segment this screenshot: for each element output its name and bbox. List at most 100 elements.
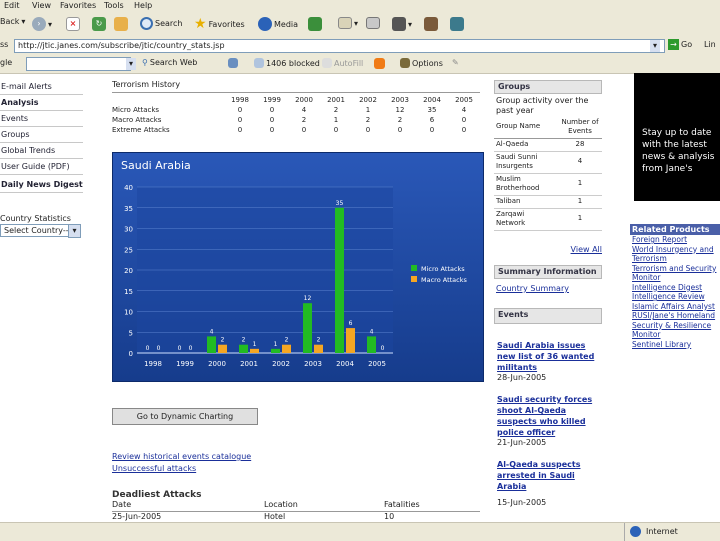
- history-button[interactable]: [308, 17, 322, 31]
- legend-label: Micro Attacks: [421, 265, 465, 273]
- back-button[interactable]: Back ▾: [0, 17, 25, 26]
- x-tick-label: 2002: [272, 360, 290, 368]
- related-link[interactable]: World Insurgency and Terrorism: [632, 245, 720, 264]
- group-name[interactable]: Al-Qaeda: [496, 140, 528, 148]
- go-button[interactable]: → Go: [668, 39, 692, 50]
- menu-edit[interactable]: Edit: [4, 1, 20, 10]
- legend-swatch: [411, 276, 417, 282]
- review-events-link[interactable]: Review historical events catalogue: [112, 452, 251, 461]
- site-search-button[interactable]: [228, 58, 238, 68]
- dynamic-charting-button[interactable]: Go to Dynamic Charting: [112, 408, 258, 425]
- sidebar-item-groups[interactable]: Groups: [0, 128, 83, 143]
- cell: 2: [397, 116, 403, 124]
- groups-panel: Groups Group activity over the past year…: [494, 80, 602, 254]
- group-name[interactable]: Zarqawi Network: [496, 210, 554, 228]
- event-headline[interactable]: Saudi Arabia issues new list of 36 wante…: [497, 340, 602, 373]
- address-bar: ss http://jtic.janes.com/subscribe/jtic/…: [0, 37, 720, 56]
- options-button[interactable]: Options: [400, 58, 443, 68]
- country-summary-link[interactable]: Country Summary: [494, 284, 602, 293]
- related-link[interactable]: Intelligence Review: [632, 292, 720, 302]
- blogger-icon: [374, 58, 385, 69]
- cell: 0: [429, 126, 435, 134]
- search-button[interactable]: Search: [140, 17, 182, 30]
- group-name[interactable]: Saudi Sunni Insurgents: [496, 153, 554, 171]
- chevron-down-icon[interactable]: ▾: [354, 19, 358, 28]
- data-label: 0: [381, 345, 385, 352]
- menu-tools[interactable]: Tools: [104, 1, 124, 10]
- x-tick-label: 1998: [144, 360, 162, 368]
- sidebar-item-global-trends[interactable]: Global Trends: [0, 144, 83, 159]
- sidebar-item-user-guide[interactable]: User Guide (PDF): [0, 160, 83, 175]
- col-number-events: Number of Events: [561, 118, 599, 135]
- refresh-button[interactable]: ↻: [92, 17, 106, 31]
- search-web-button[interactable]: ⚲ Search Web: [142, 58, 197, 67]
- chevron-down-icon[interactable]: ▾: [408, 20, 412, 29]
- chevron-down-icon[interactable]: ▾: [650, 40, 660, 52]
- mail-button[interactable]: ▾: [338, 17, 358, 29]
- discuss-icon: [424, 17, 438, 31]
- country-select[interactable]: Select Country--: [0, 224, 71, 237]
- stop-button[interactable]: ×: [66, 17, 80, 31]
- chevron-down-icon[interactable]: ▾: [126, 58, 136, 70]
- discuss-button[interactable]: [424, 17, 438, 31]
- unsuccessful-attacks-link[interactable]: Unsuccessful attacks: [112, 464, 196, 473]
- groups-intro: Group activity over the past year: [496, 96, 589, 115]
- related-link[interactable]: RUSI/Jane's Homeland Security & Resilien…: [632, 311, 720, 340]
- event-headline[interactable]: Saudi security forces shoot Al-Qaeda sus…: [497, 394, 602, 438]
- bar: [303, 303, 312, 353]
- group-name[interactable]: Muslim Brotherhood: [496, 175, 554, 193]
- janes-ad-banner[interactable]: Stay up to date with the latest news & a…: [634, 73, 720, 201]
- chevron-down-icon[interactable]: ▾: [48, 20, 52, 29]
- edit-button[interactable]: ▾: [392, 17, 412, 31]
- media-button[interactable]: Media: [258, 17, 298, 31]
- messenger-button[interactable]: [450, 17, 464, 31]
- cell: 4: [301, 106, 307, 114]
- menu-favorites[interactable]: Favorites: [60, 1, 96, 10]
- sidebar-item-events[interactable]: Events: [0, 112, 83, 127]
- popup-blocker-button[interactable]: 1406 blocked: [254, 58, 320, 68]
- related-link[interactable]: Terrorism and Security Monitor: [632, 264, 720, 283]
- globe-icon: [630, 526, 641, 537]
- history-row-macro: Macro Attacks 0 0 2 1 2 2 6 0: [112, 115, 480, 125]
- sidebar-item-analysis[interactable]: Analysis: [0, 96, 83, 111]
- forward-button[interactable]: › ▾: [32, 17, 52, 31]
- history-table: 1998 1999 2000 2001 2002 2003 2004 2005 …: [112, 95, 480, 135]
- related-link[interactable]: Islamic Affairs Analyst: [632, 302, 720, 312]
- data-label: 4: [370, 328, 374, 335]
- event-headline[interactable]: Al-Qaeda suspects arrested in Saudi Arab…: [497, 459, 602, 492]
- related-link[interactable]: Intelligence Digest: [632, 283, 720, 293]
- search-icon: ⚲: [142, 58, 148, 67]
- popup-blocker-icon: [254, 58, 264, 68]
- autofill-button[interactable]: AutoFill: [322, 58, 363, 68]
- google-search-input[interactable]: [26, 57, 131, 71]
- group-name[interactable]: Taliban: [496, 197, 520, 205]
- pencil-icon[interactable]: ✎: [452, 58, 459, 67]
- address-input[interactable]: http://jtic.janes.com/subscribe/jtic/cou…: [14, 39, 665, 53]
- chevron-down-icon[interactable]: ▾: [68, 224, 81, 238]
- related-link[interactable]: Foreign Report: [632, 235, 720, 245]
- y-tick-label: 35: [124, 205, 133, 213]
- blogger-button[interactable]: [374, 58, 385, 69]
- summary-title: Summary Information: [494, 265, 602, 279]
- related-products: Related Products Foreign Report World In…: [630, 224, 720, 349]
- home-button[interactable]: [114, 17, 128, 31]
- bar: [207, 336, 216, 353]
- favorites-button[interactable]: ★ Favorites: [194, 17, 245, 31]
- history-row-extreme: Extreme Attacks 0 0 0 0 0 0 0 0: [112, 125, 480, 135]
- links-label[interactable]: Lin: [704, 40, 716, 49]
- sidebar-item-email-alerts[interactable]: E-mail Alerts: [0, 80, 83, 95]
- y-tick-label: 40: [124, 184, 133, 192]
- print-button[interactable]: [366, 17, 380, 29]
- sidebar-item-daily-news-digest[interactable]: Daily News Digest: [0, 178, 83, 193]
- data-label: 0: [189, 345, 193, 352]
- view-all-groups-link[interactable]: View All: [494, 245, 602, 254]
- related-link[interactable]: Sentinel Library: [632, 340, 720, 350]
- options-icon: [400, 58, 410, 68]
- menu-help[interactable]: Help: [134, 1, 152, 10]
- chart-title: Saudi Arabia: [121, 159, 191, 172]
- group-row: Taliban 1: [494, 196, 602, 209]
- menu-view[interactable]: View: [32, 1, 51, 10]
- chevron-down-icon[interactable]: ▾: [21, 17, 25, 26]
- favorites-label: Favorites: [208, 19, 245, 29]
- standard-toolbar: Back ▾ › ▾ × ↻ Search ★ Favorites Media …: [0, 13, 720, 38]
